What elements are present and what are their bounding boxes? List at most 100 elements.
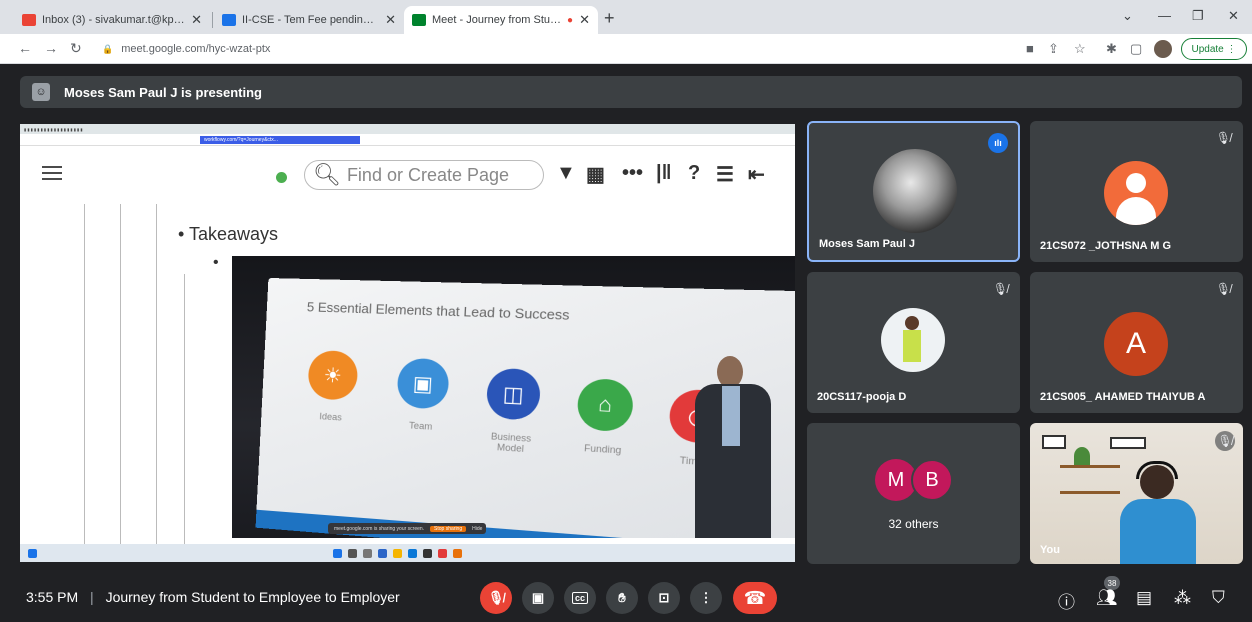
app-icon[interactable] bbox=[453, 548, 462, 558]
mic-off-icon: 🎙︎̸ bbox=[1215, 431, 1235, 451]
start-icon[interactable] bbox=[333, 548, 342, 558]
more-icon[interactable]: ••• bbox=[622, 162, 643, 185]
present-button[interactable]: ⊡ bbox=[648, 582, 680, 614]
slide-item-label: Funding bbox=[583, 442, 622, 456]
filter-icon[interactable]: ▼ bbox=[556, 162, 576, 185]
chrome-icon[interactable] bbox=[438, 548, 447, 558]
collapse-icon[interactable]: ⇤ bbox=[748, 162, 765, 187]
forward-icon[interactable]: → bbox=[44, 40, 58, 56]
tab-title: Inbox (3) - sivakumar.t@kpriet.ac bbox=[42, 14, 185, 26]
participant-tile[interactable]: 🎙︎̸ A 21CS005_ AHAMED THAIYUB A bbox=[1030, 272, 1243, 413]
board-icon[interactable]: |‖ bbox=[656, 162, 672, 185]
list-icon[interactable]: ☰ bbox=[716, 162, 734, 187]
embedded-video[interactable]: 5 Essential Elements that Lead to Succes… bbox=[232, 256, 795, 538]
menu-icon[interactable] bbox=[42, 162, 62, 184]
calendar-icon[interactable]: ▦ bbox=[586, 162, 605, 187]
stop-sharing-button[interactable]: Stop sharing bbox=[430, 525, 467, 532]
recording-icon: ● bbox=[567, 14, 574, 26]
browser-tab-bar: Inbox (3) - sivakumar.t@kpriet.ac ✕ II-C… bbox=[0, 0, 1252, 34]
shelf bbox=[1060, 491, 1120, 494]
shared-screen[interactable]: ▮ ▮ ▮ ▮ ▮ ▮ ▮ ▮ ▮ ▮ ▮ ▮ ▮ ▮ ▮ ▮ ▮ ▮ work… bbox=[20, 124, 795, 562]
back-icon[interactable]: ← bbox=[18, 40, 32, 56]
raise-hand-button[interactable]: ✋︎ bbox=[606, 582, 638, 614]
captions-button[interactable]: cc bbox=[564, 582, 596, 614]
extensions-icon[interactable]: ✱ bbox=[1106, 41, 1117, 57]
shared-url-highlight: workflowy.com/?q=Journey&ctx... bbox=[200, 136, 360, 144]
participant-name: You bbox=[1040, 544, 1060, 556]
tab-title: II-CSE - Tem Fee pending details bbox=[242, 14, 379, 26]
participant-tile[interactable]: 🎙︎̸ 20CS117-pooja D bbox=[807, 272, 1020, 413]
bookmark-star-icon[interactable]: ☆ bbox=[1074, 41, 1086, 57]
close-tab-icon[interactable]: ✕ bbox=[385, 12, 396, 28]
participant-tile[interactable]: 🎙︎̸ 21CS072 _JOTHSNA M G bbox=[1030, 121, 1243, 262]
self-body bbox=[1120, 499, 1196, 564]
team-icon: ▣ bbox=[396, 357, 450, 410]
participant-name: Moses Sam Paul J bbox=[819, 238, 915, 250]
close-tab-icon[interactable]: ✕ bbox=[191, 12, 202, 28]
outline-bullet[interactable]: • bbox=[213, 254, 219, 272]
meeting-details-icon[interactable]: ⓘ bbox=[1058, 588, 1075, 613]
maximize-icon[interactable]: ❐ bbox=[1192, 8, 1204, 24]
search-icon: 🔍︎ bbox=[313, 162, 341, 187]
ideas-icon: ☀ bbox=[307, 349, 359, 401]
camera-toggle-button[interactable]: ▣ bbox=[522, 582, 554, 614]
find-page-input[interactable]: 🔍︎ Find or Create Page bbox=[304, 160, 544, 190]
camera-indicator-icon[interactable]: ■ bbox=[1026, 41, 1034, 56]
url-field[interactable]: 🔒 meet.google.com/hyc-wzat-ptx bbox=[92, 37, 1012, 61]
more-options-button[interactable]: ⋮ bbox=[690, 582, 722, 614]
edge-icon[interactable] bbox=[408, 548, 417, 558]
outline-item[interactable]: • Takeaways bbox=[178, 224, 278, 245]
update-button[interactable]: Update ⋮ bbox=[1181, 38, 1247, 60]
profile-avatar[interactable] bbox=[1154, 40, 1172, 58]
chat-icon[interactable]: ▤ bbox=[1136, 588, 1152, 608]
docs-icon bbox=[222, 14, 236, 26]
share-notice-text: meet.google.com is sharing your screen. bbox=[334, 525, 425, 532]
close-tab-icon[interactable]: ✕ bbox=[579, 12, 590, 28]
present-icon: ⊡ bbox=[658, 590, 670, 605]
tab-gmail[interactable]: Inbox (3) - sivakumar.t@kpriet.ac ✕ bbox=[14, 6, 210, 34]
people-icon[interactable]: 👥︎ bbox=[1096, 588, 1118, 608]
new-tab-button[interactable]: + bbox=[604, 8, 615, 29]
slide-item-label: Team bbox=[408, 420, 433, 432]
minimize-icon[interactable]: — bbox=[1158, 8, 1171, 23]
meet-stage: ☺ Moses Sam Paul J is presenting ▮ ▮ ▮ ▮… bbox=[0, 64, 1252, 622]
participant-photo bbox=[881, 308, 945, 372]
hand-icon: ✋︎ bbox=[618, 590, 626, 605]
person-avatar-icon bbox=[1104, 161, 1168, 225]
reload-icon[interactable]: ↻ bbox=[70, 40, 82, 57]
widgets-icon[interactable] bbox=[28, 548, 37, 558]
mic-toggle-button[interactable]: 🎙︎̸ bbox=[480, 582, 512, 614]
meeting-time: 3:55 PM bbox=[26, 589, 79, 605]
participant-name: 21CS072 _JOTHSNA M G bbox=[1040, 240, 1172, 252]
outline-item-label: Takeaways bbox=[188, 224, 279, 244]
slide-item-label: Business Model bbox=[490, 430, 532, 455]
tab-meet[interactable]: Meet - Journey from Studen ● ✕ bbox=[404, 6, 598, 34]
slide-title: 5 Essential Elements that Lead to Succes… bbox=[306, 299, 571, 323]
participant-tile[interactable]: ılı Moses Sam Paul J bbox=[807, 121, 1020, 262]
hang-up-icon: ☎︎ bbox=[743, 587, 767, 608]
camera-icon: ▣ bbox=[531, 590, 545, 605]
host-controls-icon[interactable]: ⛉ bbox=[1212, 588, 1225, 608]
activities-icon[interactable]: ⁂ bbox=[1174, 588, 1191, 608]
tab-search-icon[interactable]: ⌄ bbox=[1122, 8, 1133, 24]
hide-button[interactable]: Hide bbox=[472, 526, 482, 532]
task-view-icon[interactable] bbox=[363, 548, 372, 558]
leave-call-button[interactable]: ☎︎ bbox=[733, 582, 777, 614]
meeting-info: 3:55 PM | Journey from Student to Employ… bbox=[26, 589, 400, 605]
store-icon[interactable] bbox=[423, 548, 432, 558]
search-placeholder: Find or Create Page bbox=[346, 164, 510, 185]
side-panel-icon[interactable]: ▢ bbox=[1130, 41, 1142, 57]
speaking-indicator-icon: ılı bbox=[988, 133, 1008, 153]
search-icon[interactable] bbox=[348, 548, 357, 558]
others-tile[interactable]: M B 32 others bbox=[807, 423, 1020, 564]
help-icon[interactable]: ? bbox=[688, 162, 700, 185]
wall-frame bbox=[1110, 437, 1146, 449]
chat-icon[interactable] bbox=[378, 548, 387, 558]
share-icon[interactable]: ⇪ bbox=[1048, 41, 1059, 57]
file-explorer-icon[interactable] bbox=[393, 548, 402, 558]
online-status-icon bbox=[276, 172, 287, 183]
close-window-icon[interactable]: ✕ bbox=[1228, 8, 1239, 24]
self-video-tile[interactable]: 🎙︎̸ You bbox=[1030, 423, 1243, 564]
meeting-controls-bar: 3:55 PM | Journey from Student to Employ… bbox=[0, 574, 1252, 622]
tab-sheets[interactable]: II-CSE - Tem Fee pending details ✕ bbox=[214, 6, 404, 34]
